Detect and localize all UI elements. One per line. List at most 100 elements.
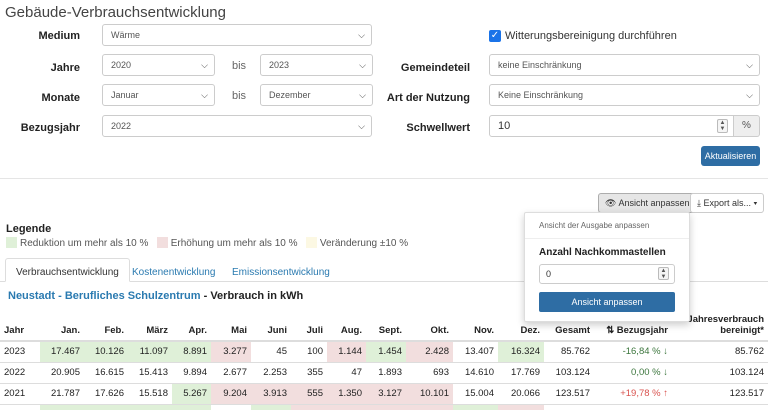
chevron-down-icon: ⌵ xyxy=(358,121,365,131)
col-header: Jan. xyxy=(40,305,84,342)
ansicht-anpassen-label: Ansicht anpassen xyxy=(618,198,690,208)
table-cell: 85.762 xyxy=(672,340,768,362)
table-cell: 325 xyxy=(327,403,366,410)
export-button[interactable]: ⤓ Export als... ▾ xyxy=(690,193,765,213)
table-cell: 47 xyxy=(327,361,366,383)
legend-title: Legende xyxy=(6,223,52,235)
table-cell: 85.762 xyxy=(544,340,594,362)
col-header: Juni xyxy=(251,305,291,342)
ansicht-anpassen-button[interactable]: 👁 Ansicht anpassen ▾ xyxy=(598,193,704,213)
legend-label: Erhöhung um mehr als 10 % xyxy=(170,238,298,249)
table-cell: 9.204 xyxy=(211,382,251,404)
aktualisieren-button[interactable]: Aktualisieren xyxy=(701,146,760,166)
bezugsjahr-value: 2022 xyxy=(111,121,132,131)
legend-label: Veränderung ±10 % xyxy=(319,238,409,249)
trend-cell: -12,40 % ↓ xyxy=(594,403,672,410)
table-cell: 2.677 xyxy=(211,361,251,383)
nachkommastellen-input[interactable]: 0 ▲ ▼ xyxy=(539,264,675,284)
table-cell: 16.615 xyxy=(84,361,128,383)
jahre-to-value: 2023 xyxy=(269,60,290,70)
popover-apply-button[interactable]: Ansicht anpassen xyxy=(539,292,675,312)
medium-select[interactable]: Wärme ⌵ xyxy=(102,24,372,46)
jahre-to-select[interactable]: 2023 ⌵ xyxy=(260,54,373,76)
table-cell: 90.333 xyxy=(672,403,768,410)
table-cell: 2.253 xyxy=(251,361,291,383)
spinner-arrows-icon[interactable]: ▲ ▼ xyxy=(717,119,728,133)
chevron-down-icon: ⌵ xyxy=(746,90,753,100)
year-cell: 2022 xyxy=(0,361,40,383)
table-cell: 21.787 xyxy=(40,382,84,404)
divider xyxy=(0,178,768,179)
nutzung-label: Art der Nutzung xyxy=(386,92,470,104)
monate-label: Monate xyxy=(41,92,81,104)
legend-swatch-red xyxy=(156,237,168,248)
table-cell: 17.769 xyxy=(498,361,544,383)
col-header: Mai xyxy=(211,305,251,342)
table-cell: 90.333 xyxy=(544,403,594,410)
chevron-down-icon: ⌵ xyxy=(359,90,366,100)
medium-label: Medium xyxy=(38,30,80,42)
bezugsjahr-select[interactable]: 2022 ⌵ xyxy=(102,115,372,137)
building-link[interactable]: Neustadt - Berufliches Schulzentrum xyxy=(8,290,201,302)
table-cell: 2.428 xyxy=(406,340,453,362)
percent-addon: % xyxy=(734,115,760,137)
gemeindeteil-select[interactable]: keine Einschränkung ⌵ xyxy=(489,54,760,76)
subtitle-text: - Verbrauch in kWh xyxy=(200,290,304,302)
witterung-label: Witterungsbereinigung durchführen xyxy=(505,30,677,42)
table-cell: 17.626 xyxy=(84,382,128,404)
table-cell: 1.893 xyxy=(366,361,406,383)
table-cell: 355 xyxy=(291,361,327,383)
table-cell: 3.127 xyxy=(366,382,406,404)
table-cell: 123.517 xyxy=(544,382,594,404)
tab-verbrauchsentwicklung[interactable]: Verbrauchsentwicklung xyxy=(5,258,130,282)
spinner-arrows-icon[interactable]: ▲ ▼ xyxy=(658,267,669,280)
table-cell: 3.913 xyxy=(251,382,291,404)
legend-swatch-yellow xyxy=(305,237,317,248)
table-row: 2022 20.905 16.615 15.413 9.894 2.677 2.253 355… xyxy=(0,361,768,383)
popover-divider xyxy=(525,238,689,239)
table-cell: 693 xyxy=(406,361,453,383)
chevron-down-icon: ⌵ xyxy=(358,30,365,40)
page-title: Gebäude-Verbrauchsentwicklung xyxy=(5,4,226,21)
table-cell: 17.467 xyxy=(40,340,84,362)
table-cell: 9.088 xyxy=(406,403,453,410)
medium-value: Wärme xyxy=(111,30,140,40)
download-icon: ⤓ xyxy=(697,198,701,208)
table-cell: 14.610 xyxy=(453,361,498,383)
jahre-from-select[interactable]: 2020 ⌵ xyxy=(102,54,215,76)
table-cell: 103.124 xyxy=(672,361,768,383)
table-cell: 1.350 xyxy=(327,382,366,404)
table-cell: 5.267 xyxy=(172,382,211,404)
legend-item: Veränderung ±10 % xyxy=(305,237,409,249)
tab-emissionsentwicklung[interactable]: Emissionsentwicklung xyxy=(222,259,340,286)
table-cell: 9.572 xyxy=(128,403,172,410)
table-row: 2023 17.467 10.126 11.097 8.891 3.277 45 100 1.1… xyxy=(0,340,768,362)
monate-to-select[interactable]: Dezember ⌵ xyxy=(260,84,373,106)
nutzung-select[interactable]: Keine Einschränkung ⌵ xyxy=(489,84,760,106)
table-cell: 15.413 xyxy=(128,361,172,383)
table-cell: 15.518 xyxy=(128,382,172,404)
table-cell: 2.586 xyxy=(366,403,406,410)
schwellwert-input[interactable]: 10 ▲ ▼ xyxy=(489,115,734,137)
trend-cell: +19,78 % ↑ xyxy=(594,382,672,404)
bis-label: bis xyxy=(232,90,247,102)
nachkommastellen-label: Anzahl Nachkommastellen xyxy=(539,247,666,258)
table-cell: 20.143 xyxy=(498,403,544,410)
table-cell: 1.454 xyxy=(366,340,406,362)
table-cell: 123.517 xyxy=(672,382,768,404)
trend-cell: 0,00 % ↓ xyxy=(594,361,672,383)
jahre-label: Jahre xyxy=(50,62,80,74)
col-header: Aug. xyxy=(327,305,366,342)
witterung-checkbox[interactable]: ✓ xyxy=(489,30,501,42)
tab-kostenentwicklung[interactable]: Kostenentwicklung xyxy=(122,259,225,286)
ansicht-popover: Ansicht der Ausgabe anpassen Anzahl Nach… xyxy=(524,212,690,322)
table-cell: 100 xyxy=(291,340,327,362)
gemeindeteil-value: keine Einschränkung xyxy=(498,60,582,70)
table-cell: 10.101 xyxy=(406,382,453,404)
table-row: 202015.75313.4059.5723.3202.5361.4461.32… xyxy=(0,403,768,410)
monate-from-select[interactable]: Januar ⌵ xyxy=(102,84,215,106)
nutzung-value: Keine Einschränkung xyxy=(498,90,584,100)
table-cell: 16.324 xyxy=(498,340,544,362)
eye-icon: 👁 xyxy=(605,198,617,208)
col-header: Nov. xyxy=(453,305,498,342)
